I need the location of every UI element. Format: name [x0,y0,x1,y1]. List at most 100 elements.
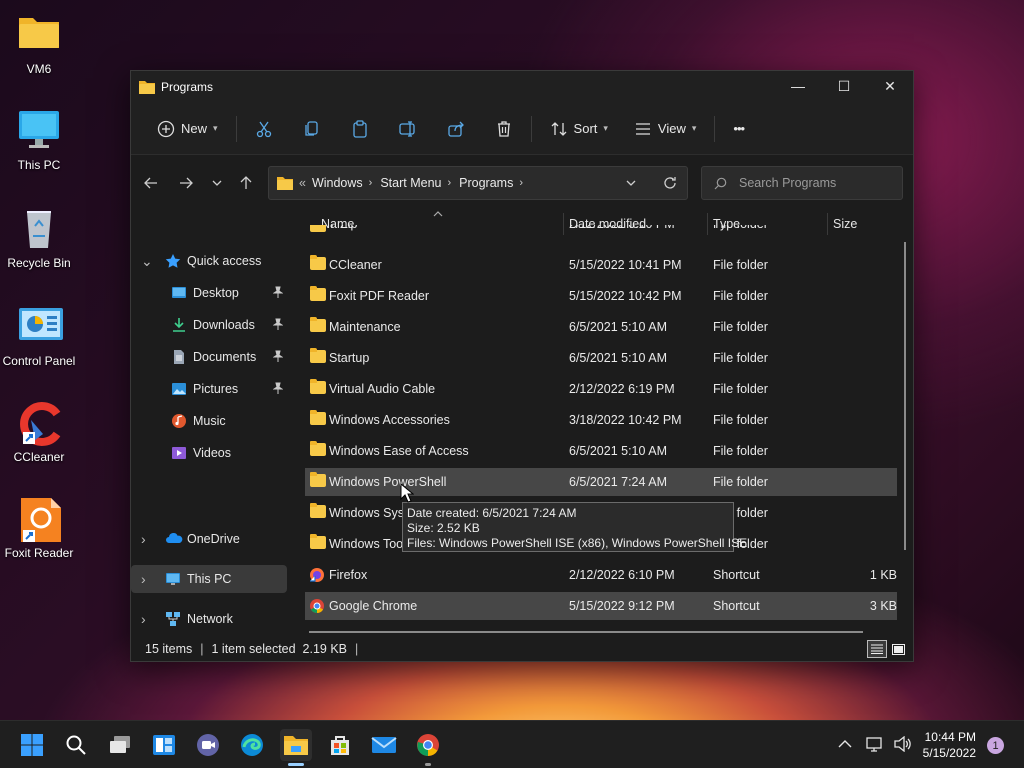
file-type: File folder [713,225,768,231]
file-row[interactable]: CCleaner 5/15/2022 10:41 PM File folder [305,251,897,279]
delete-button[interactable] [487,113,521,145]
details-view-button[interactable] [867,640,887,658]
file-row[interactable]: Windows Accessories 3/18/2022 10:42 PM Fil… [305,406,897,434]
file-row[interactable]: Startup 6/5/2021 5:10 AM File folder [305,344,897,372]
chevron-right-icon[interactable]: › [141,531,153,547]
toolbar-divider [714,115,716,142]
file-row[interactable]: 7-Zip 2/12/2022 6:10 PM File folder [305,225,897,239]
network-status-button[interactable] [866,736,884,755]
sort-button[interactable]: Sort ▾ [542,113,616,145]
title-bar[interactable]: Programs — ☐ ✕ [131,71,913,103]
folder-icon [310,472,326,487]
minimize-button[interactable]: — [775,71,821,101]
recent-locations-button[interactable] [205,171,229,195]
file-row[interactable]: Virtual Audio Cable 2/12/2022 6:19 PM File… [305,375,897,403]
chevron-down-icon[interactable]: ⌄ [141,253,153,270]
large-icons-view-button[interactable] [889,640,907,658]
volume-button[interactable] [894,735,912,755]
status-divider: | [200,642,204,656]
pin-icon [272,382,284,397]
star-icon [165,253,181,269]
teams-chat-button[interactable] [192,729,224,761]
widgets-button[interactable] [148,729,180,761]
desktop-icon-ccleaner[interactable]: CCleaner [0,400,78,464]
file-explorer-button[interactable] [280,729,312,761]
folder-icon [310,255,326,270]
show-hidden-icons-button[interactable] [838,738,852,752]
file-type: File folder [713,444,768,458]
nav-this-pc[interactable]: › This PC [131,565,287,593]
breadcrumb-overflow[interactable]: « [299,176,306,190]
up-button[interactable] [234,171,258,195]
nav-music[interactable]: Music [131,407,289,435]
view-button[interactable]: View ▾ [626,113,704,145]
close-button[interactable]: ✕ [867,71,913,101]
breadcrumb-programs[interactable]: Programs [459,176,513,190]
maximize-button[interactable]: ☐ [821,71,867,101]
nav-documents[interactable]: Documents [131,343,289,371]
sort-ascending-icon [433,211,443,217]
clock[interactable]: 10:44 PM 5/15/2022 [923,729,976,761]
search-button[interactable] [60,729,92,761]
file-row[interactable]: Foxit PDF Reader 5/15/2022 10:42 PM File f… [305,282,897,310]
store-button[interactable] [324,729,356,761]
monitor-icon [17,108,61,152]
vertical-scrollbar[interactable] [904,242,906,550]
search-input[interactable]: Search Programs [701,166,903,200]
edge-button[interactable] [236,729,268,761]
back-button[interactable] [139,171,163,195]
chevron-right-icon[interactable]: › [369,177,373,189]
chevron-right-icon[interactable]: › [519,177,523,189]
forward-button[interactable] [174,171,198,195]
file-row[interactable]: Maintenance 6/5/2021 5:10 AM File folder [305,313,897,341]
nav-quick-access[interactable]: ⌄ Quick access [131,247,289,275]
cut-button[interactable] [247,113,281,145]
chrome-button[interactable] [412,729,444,761]
nav-videos[interactable]: Videos [131,439,289,467]
breadcrumb-windows[interactable]: Windows [312,176,363,190]
chevron-right-icon[interactable]: › [141,571,153,587]
file-row[interactable]: Google Chrome 5/15/2022 9:12 PM Shortcut 3 … [305,592,897,620]
chevron-down-icon[interactable] [625,177,637,189]
address-bar[interactable]: « Windows › Start Menu › Programs › [268,166,688,200]
file-row[interactable]: Windows PowerShell 6/5/2021 7:24 AM File f… [305,468,897,496]
mail-button[interactable] [368,729,400,761]
file-name: Maintenance [329,320,401,334]
file-list: Name Date modified Type Size 7-Zip2/12/2… [297,209,913,635]
task-view-button[interactable] [104,729,136,761]
breadcrumb-start-menu[interactable]: Start Menu [380,176,441,190]
desktop-icon-label: This PC [17,158,61,172]
file-row[interactable]: Firefox 2/12/2022 6:10 PM Shortcut 1 KB [305,561,897,589]
refresh-icon[interactable] [663,176,677,190]
copy-button[interactable] [295,113,329,145]
paste-button[interactable] [343,113,377,145]
file-row[interactable]: Windows Ease of Access 6/5/2021 5:10 AM Fi… [305,437,897,465]
nav-onedrive[interactable]: › OneDrive [131,525,289,553]
chevron-right-icon[interactable]: › [447,177,451,189]
pictures-icon [171,381,187,397]
notification-badge[interactable]: 1 [987,737,1004,754]
desktop-icon-label: Foxit Reader [4,546,74,560]
mail-icon [371,737,397,753]
new-button[interactable]: New ▾ [149,113,226,145]
desktop-icon-vm6[interactable]: VM6 [0,12,78,76]
more-options-button[interactable]: ••• [725,113,752,145]
nav-desktop[interactable]: Desktop [131,279,289,307]
desktop-icon-control-panel[interactable]: Control Panel [0,304,78,368]
start-button[interactable] [16,729,48,761]
rename-button[interactable] [391,113,425,145]
file-name: Windows Tool [329,537,406,551]
desktop-icon-foxit-reader[interactable]: Foxit Reader [0,496,78,560]
desktop-icon-recycle-bin[interactable]: Recycle Bin [0,206,78,270]
clock-date: 5/15/2022 [922,746,976,760]
file-size: 1 KB [869,568,897,582]
nav-network[interactable]: › Network [131,605,289,633]
share-button[interactable] [439,113,473,145]
nav-pictures[interactable]: Pictures [131,375,289,403]
desktop-icon-this-pc[interactable]: This PC [0,108,78,172]
file-type: Shortcut [713,599,760,613]
horizontal-scrollbar[interactable] [309,631,863,633]
chevron-right-icon[interactable]: › [141,611,153,627]
copy-icon [304,120,318,136]
nav-downloads[interactable]: Downloads [131,311,289,339]
